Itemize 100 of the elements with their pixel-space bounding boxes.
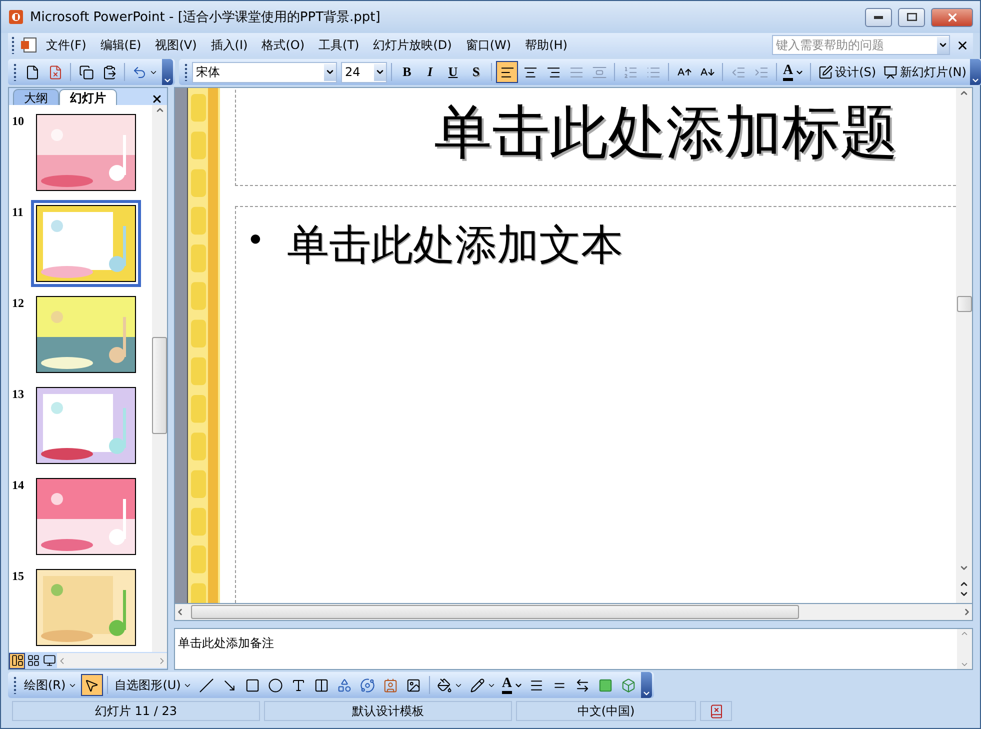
page-icon (48, 64, 62, 80)
menu-item[interactable]: 幻灯片放映(D) (367, 34, 458, 56)
font-color-button[interactable]: A (500, 674, 525, 696)
caret-icon (938, 40, 948, 50)
chevron-right-icon (962, 607, 972, 617)
book-icon (708, 704, 724, 718)
align-button[interactable] (496, 61, 518, 83)
chevron-up-icon (154, 105, 164, 115)
menu-item[interactable]: 工具(T) (312, 34, 366, 56)
undo-icon (132, 64, 147, 80)
pencil-icon (818, 64, 834, 80)
minimize-button[interactable] (865, 8, 892, 26)
align-icon (546, 64, 560, 80)
chevron-up-icon (959, 579, 969, 589)
window-title: Microsoft PowerPoint - [适合小学课堂使用的PPT背景.ppt] (30, 9, 382, 26)
menu-item[interactable]: 帮助(H) (519, 34, 574, 56)
toolbar-grip[interactable] (184, 63, 188, 81)
scrollbar[interactable] (57, 653, 167, 668)
slide-number: 12 (11, 296, 25, 311)
shapes-icon (337, 678, 352, 692)
document-icon[interactable] (20, 37, 38, 53)
slide-body-text: 单击此处添加文本 (286, 222, 623, 271)
autoshapes-button[interactable]: 自选图形(U) (112, 674, 195, 696)
paint-bucket-icon (436, 678, 452, 692)
design-button[interactable]: 设计(S) (815, 61, 880, 83)
maximize-button[interactable] (898, 8, 925, 26)
justify-icon (568, 64, 584, 80)
arrow-icon (222, 678, 238, 692)
menu-item[interactable]: 编辑(E) (94, 34, 148, 56)
contact-icon (383, 678, 398, 692)
maximize-icon (906, 13, 916, 21)
arrows-icon (575, 678, 590, 692)
new-slide-button[interactable]: 新幻灯片(N) (880, 61, 970, 83)
caret-icon (642, 689, 651, 698)
draw-menu-button[interactable]: 绘图(R) (21, 674, 80, 696)
bold-button[interactable]: B (396, 61, 418, 83)
menu-item[interactable]: 格式(O) (256, 34, 311, 56)
chevron-left-icon (175, 607, 185, 617)
close-icon[interactable] (956, 38, 969, 52)
menu-item[interactable]: 文件(F) (40, 34, 92, 56)
oval-icon (268, 678, 284, 692)
close-icon (151, 93, 163, 105)
caret-icon (959, 589, 969, 599)
square-icon (598, 678, 614, 692)
view-button[interactable] (25, 652, 41, 668)
status-pane: 中文(中国) (516, 701, 696, 721)
image-icon (406, 678, 422, 692)
chevron-up-icon (959, 88, 969, 98)
indent-icon (754, 64, 768, 80)
status-pane: 默认设计模板 (264, 701, 512, 721)
numbered-list-icon (622, 64, 638, 80)
toolbar-options-button[interactable] (970, 59, 981, 85)
toolbar-options-button[interactable] (640, 672, 652, 698)
outdent-icon (730, 64, 746, 80)
slide-number: 14 (11, 478, 25, 493)
font-dropdown[interactable]: 宋体 (192, 62, 337, 82)
pencil-icon (470, 678, 485, 692)
toolbar-grip[interactable] (13, 676, 17, 694)
slide-number: 10 (11, 114, 25, 129)
status-pane: 幻灯片 11 / 23 (12, 701, 260, 721)
slide-number: 11 (11, 205, 24, 220)
line-icon (199, 678, 214, 692)
view-icon (42, 654, 56, 667)
panel-tab[interactable]: 大纲 (13, 89, 59, 105)
menu-item[interactable]: 插入(I) (204, 34, 254, 56)
menu-item[interactable]: 视图(V) (149, 34, 203, 56)
toolbar-grip[interactable] (13, 63, 17, 81)
view-icon (10, 654, 24, 667)
menu-item[interactable]: 窗口(W) (460, 34, 518, 56)
bullet: • (246, 220, 265, 261)
underline-button[interactable]: U (442, 61, 464, 83)
font-color-button[interactable]: A (781, 61, 806, 83)
scrollbar[interactable] (152, 105, 167, 652)
scrollbar[interactable] (956, 88, 972, 603)
cube-icon (621, 678, 636, 692)
caret-icon (971, 76, 980, 85)
pointer-icon (84, 678, 100, 692)
panel-tab[interactable]: 幻灯片 (59, 89, 117, 105)
slide-icon (883, 64, 898, 80)
align-icon (522, 64, 538, 80)
lines-icon (529, 678, 544, 692)
scrollbar-thumb[interactable] (956, 296, 972, 312)
toolbar-options-button[interactable] (162, 59, 173, 85)
italic-button[interactable]: I (419, 61, 441, 83)
shadow-button[interactable]: S (465, 61, 487, 83)
font-size-dropdown[interactable]: 24 (341, 62, 387, 82)
help-search-field[interactable]: 键入需要帮助的问题 (772, 35, 950, 55)
slide-thumbnail[interactable] (31, 200, 141, 287)
select-button[interactable] (80, 674, 103, 696)
menu-grip[interactable] (11, 36, 15, 54)
view-button[interactable] (41, 652, 57, 668)
view-icon (26, 654, 40, 667)
view-button[interactable] (9, 652, 25, 668)
close-icon (946, 10, 958, 24)
scrollbar-thumb[interactable] (152, 337, 167, 434)
scrollbar-thumb[interactable] (191, 605, 799, 619)
caret-icon (375, 67, 385, 77)
columns-icon (314, 678, 330, 692)
slide-number: 13 (11, 387, 25, 402)
scrollbar[interactable] (174, 604, 973, 621)
